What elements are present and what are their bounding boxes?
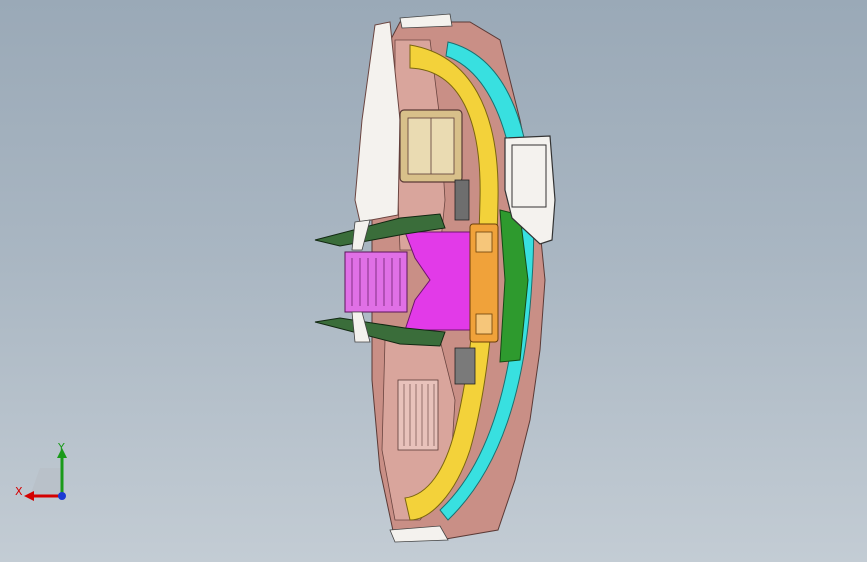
- gray-bracket-lower: [454, 347, 476, 385]
- x-axis-label: X: [15, 485, 23, 498]
- triad-shadow: [30, 468, 62, 496]
- x-axis-arrow: [24, 491, 34, 501]
- z-axis-dot: [58, 492, 66, 500]
- white-side-panel: [354, 21, 401, 223]
- cad-viewport[interactable]: X Y: [0, 0, 867, 562]
- white-top-piece: [399, 13, 453, 29]
- gray-bracket-upper: [454, 179, 470, 221]
- y-axis-label: Y: [58, 441, 65, 454]
- orientation-triad[interactable]: X Y: [10, 438, 80, 508]
- instrument-panel-model[interactable]: [0, 0, 867, 562]
